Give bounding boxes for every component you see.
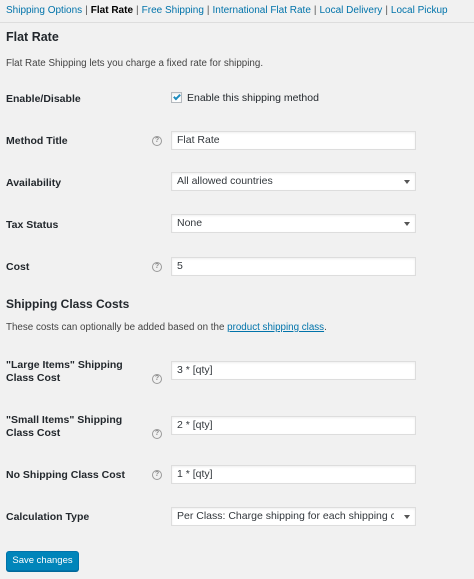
page-description: Flat Rate Shipping lets you charge a fix… <box>6 58 264 69</box>
availability-select[interactable]: All allowed countries <box>171 172 416 191</box>
no-shipping-class-cost-input[interactable]: 1 * [qty] <box>171 465 416 484</box>
enable-disable-label: Enable/Disable <box>6 93 81 105</box>
small-items-cost-input[interactable]: 2 * [qty] <box>171 416 416 435</box>
subnav-link-flat-rate[interactable]: Flat Rate <box>91 5 133 16</box>
availability-label: Availability <box>6 177 62 189</box>
tax-status-selected-value: None <box>177 217 203 229</box>
no-shipping-class-cost-label: No Shipping Class Cost <box>6 469 126 481</box>
subnav-link-local-delivery[interactable]: Local Delivery <box>320 5 383 16</box>
subnav-separator: | <box>206 5 210 16</box>
availability-selected-value: All allowed countries <box>177 175 273 187</box>
shipping-class-costs-description: These costs can optionally be added base… <box>6 322 327 333</box>
calculation-type-label: Calculation Type <box>6 511 90 523</box>
save-changes-button[interactable]: Save changes <box>6 551 79 571</box>
cost-label: Cost <box>6 261 30 273</box>
enable-shipping-checkbox-label[interactable]: Enable this shipping method <box>187 92 319 105</box>
dropdown-arrow-icon <box>404 180 410 184</box>
cost-input[interactable]: 5 <box>171 257 416 276</box>
subnav-separator: | <box>85 5 88 16</box>
checkmark-icon <box>173 92 181 101</box>
calculation-type-selected-value: Per Class: Charge shipping for each ship… <box>177 510 394 522</box>
large-items-cost-input[interactable]: 3 * [qty] <box>171 361 416 380</box>
shipping-class-costs-heading: Shipping Class Costs <box>6 297 130 311</box>
subnav-link-international-flat-rate[interactable]: International Flat Rate <box>213 5 311 16</box>
subnav-link-free-shipping[interactable]: Free Shipping <box>142 5 204 16</box>
subnav-link-local-pickup[interactable]: Local Pickup <box>391 5 448 16</box>
calculation-type-select[interactable]: Per Class: Charge shipping for each ship… <box>171 507 416 526</box>
shipping-subnav: Shipping Options | Flat Rate | Free Shipping… <box>6 4 474 18</box>
description-prefix: These costs can optionally be added base… <box>6 322 228 333</box>
description-suffix: . <box>324 322 327 333</box>
subnav-separator: | <box>313 5 317 16</box>
large-items-cost-label: "Large Items" Shipping Class Cost <box>6 359 123 384</box>
enable-shipping-checkbox[interactable] <box>171 92 182 103</box>
tax-status-label: Tax Status <box>6 219 59 231</box>
help-icon[interactable]: ? <box>152 374 162 384</box>
product-shipping-class-link[interactable]: product shipping class <box>227 322 324 333</box>
tax-status-select[interactable]: None <box>171 214 416 233</box>
subnav-divider <box>0 22 474 23</box>
subnav-link-shipping-options[interactable]: Shipping Options <box>6 5 82 16</box>
help-icon[interactable]: ? <box>152 136 162 146</box>
help-icon[interactable]: ? <box>152 262 162 272</box>
method-title-label: Method Title <box>6 135 68 147</box>
help-icon[interactable]: ? <box>152 429 162 439</box>
subnav-separator: | <box>385 5 388 16</box>
dropdown-arrow-icon <box>404 222 410 226</box>
method-title-input[interactable]: Flat Rate <box>171 131 416 150</box>
small-items-cost-label: "Small Items" Shipping Class Cost <box>6 414 123 439</box>
subnav-separator: | <box>136 5 139 16</box>
page-title: Flat Rate <box>6 30 59 44</box>
help-icon[interactable]: ? <box>152 470 162 480</box>
dropdown-arrow-icon <box>404 515 410 519</box>
